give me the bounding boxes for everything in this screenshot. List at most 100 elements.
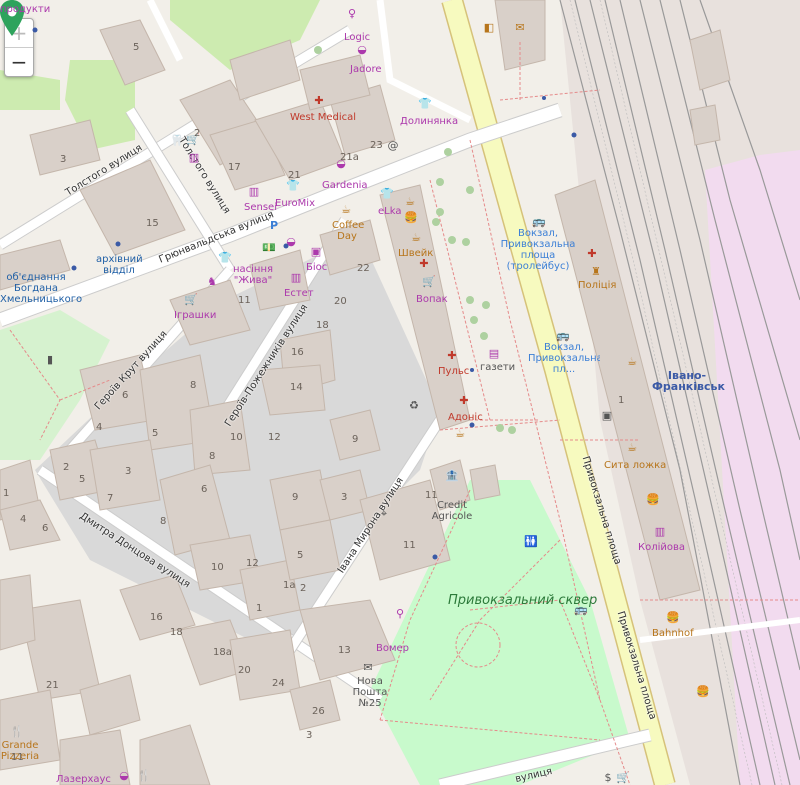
fastfood-icon[interactable]: 🍔 [666,612,680,624]
newspaper-icon[interactable]: ▤ [488,348,500,360]
place-label[interactable]: Лазерхаус [56,774,111,785]
bank-icon[interactable]: 🏦 [445,470,459,482]
at-icon[interactable]: @ [387,140,399,152]
place-label[interactable]: Вопак [416,294,448,305]
bus-stop-icon[interactable]: 🚌 [556,330,570,342]
clothes-icon[interactable]: ♀ [346,8,358,20]
toys-icon[interactable]: ♞ [206,276,218,288]
dentist-icon[interactable]: 🦷 [170,135,184,147]
clothes-icon[interactable]: 👕 [286,180,300,192]
pharmacy-icon[interactable]: ✚ [418,258,430,270]
place-label[interactable]: EuroMix [275,198,315,209]
shop-icon[interactable]: 🛒 [422,276,436,288]
clothes-icon[interactable]: 👕 [380,188,394,200]
cosmetics-icon[interactable]: ◒ [356,44,368,56]
house-number: 4 [20,514,27,525]
clothes-icon[interactable]: 👕 [418,98,432,110]
fastfood-icon[interactable]: 🍔 [404,212,418,224]
cafe-icon[interactable]: ☕ [340,204,352,216]
pharmacy-icon[interactable]: ✚ [446,350,458,362]
house-number: 21 [46,680,59,691]
place-label[interactable]: Івано-Франківськ [652,370,725,392]
place-label[interactable]: Sensei [244,202,277,213]
house-number: 21а [340,152,359,163]
cafe-icon[interactable]: ☕ [626,442,638,454]
place-label[interactable]: Credit Agricole [430,500,474,522]
place-label[interactable]: Долинянка [400,116,458,127]
clothes-icon[interactable]: 👕 [218,252,232,264]
house-number: 12 [268,432,281,443]
house-number: 9 [352,434,359,445]
trolleybus-stop-icon[interactable]: 🚌 [532,216,546,228]
shop-icon[interactable]: 🛒 [616,772,630,784]
place-label[interactable]: Біос [306,262,327,273]
post-icon[interactable]: ✉ [514,22,526,34]
place-label[interactable]: Нова Пошта №25 [340,676,400,709]
place-label[interactable]: Coffee Day [332,220,364,242]
place-label[interactable]: Сита ложка [604,460,666,471]
place-label[interactable]: eLka [378,206,401,217]
recycling-icon[interactable]: ♻ [408,400,420,412]
police-icon[interactable]: ♜ [590,266,602,278]
money-icon[interactable]: $ [602,772,614,784]
place-label[interactable]: Gardenia [322,180,368,191]
books-icon[interactable]: ▥ [188,152,200,164]
books-icon[interactable]: ▥ [248,186,260,198]
antenna-icon[interactable]: ⌖ [378,508,390,520]
memorial-icon[interactable]: ▮ [44,354,56,366]
shop-icon[interactable]: 🛒 [184,294,198,306]
house-number: 18 [316,320,329,331]
shop-icon[interactable]: ⚲ [394,608,406,620]
restaurant-icon[interactable]: 🍴 [10,726,24,738]
cafe-icon[interactable]: ☕ [404,196,416,208]
cafe-icon[interactable]: ☕ [454,428,466,440]
place-label[interactable]: Jadore [350,64,382,75]
place-label[interactable]: насіння "Жива" [230,264,276,286]
post-icon[interactable]: ✉ [362,662,374,674]
cafe-icon[interactable]: ☕ [410,232,422,244]
house-number: 16 [150,612,163,623]
cafe-icon[interactable]: ◧ [483,22,495,34]
house-number: 5 [79,474,86,485]
house-number: 18а [213,647,232,658]
cafe-icon[interactable]: ☕ [626,356,638,368]
hospital-icon[interactable]: ✚ [313,95,325,107]
house-number: 15 [146,218,159,229]
place-label[interactable]: Вокзал, Привокзальна пл... [528,342,600,375]
place-label[interactable]: об'єднання Богдана Хмельницького [0,272,82,305]
place-label[interactable]: Logic [344,32,370,43]
tv-icon[interactable]: ▣ [310,246,322,258]
fastfood-icon[interactable]: 🍔 [646,494,660,506]
zoom-out-button[interactable]: − [5,47,33,76]
place-label[interactable]: Адоніс [448,412,483,423]
parking-icon[interactable]: P [268,220,280,232]
restaurant-icon[interactable]: 🍴 [137,770,151,782]
pharmacy-icon[interactable]: ✚ [458,395,470,407]
place-label[interactable]: Пульс [438,366,469,377]
place-label[interactable]: Вомер [376,643,409,654]
hospital-icon[interactable]: ✚ [586,248,598,260]
books-icon[interactable]: ▥ [290,272,302,284]
place-label[interactable]: газети [480,362,515,373]
house-number: 10 [230,432,243,443]
atm-icon[interactable]: ▣ [601,410,613,422]
place-label[interactable]: архівний відділ [96,254,143,276]
fastfood-icon[interactable]: 🍔 [696,686,710,698]
place-label[interactable]: Поліція [578,280,616,291]
place-label[interactable]: Швейк [398,248,433,259]
place-label[interactable]: West Medical [290,112,356,123]
map-canvas[interactable]: + − Толстого вулиця Толстого вулиця Грюн… [0,0,800,785]
books-icon[interactable]: ▥ [654,526,666,538]
money-icon[interactable]: 💵 [262,242,276,254]
place-label[interactable]: продукти [0,4,50,15]
cosmetics-icon[interactable]: ◒ [118,770,130,782]
place-label[interactable]: Колійова [638,542,685,553]
house-number: 1 [618,395,625,406]
place-label[interactable]: Вокзал, Привокзальна площа (тролейбус) [498,228,578,272]
house-number: 20 [334,296,347,307]
place-label[interactable]: Bahnhof [652,628,694,639]
place-label[interactable]: Іграшки [174,310,216,321]
toilets-icon[interactable]: 🚻 [524,536,538,548]
cosmetics-icon[interactable]: ◒ [285,236,297,248]
place-label[interactable]: Естет [284,288,314,299]
